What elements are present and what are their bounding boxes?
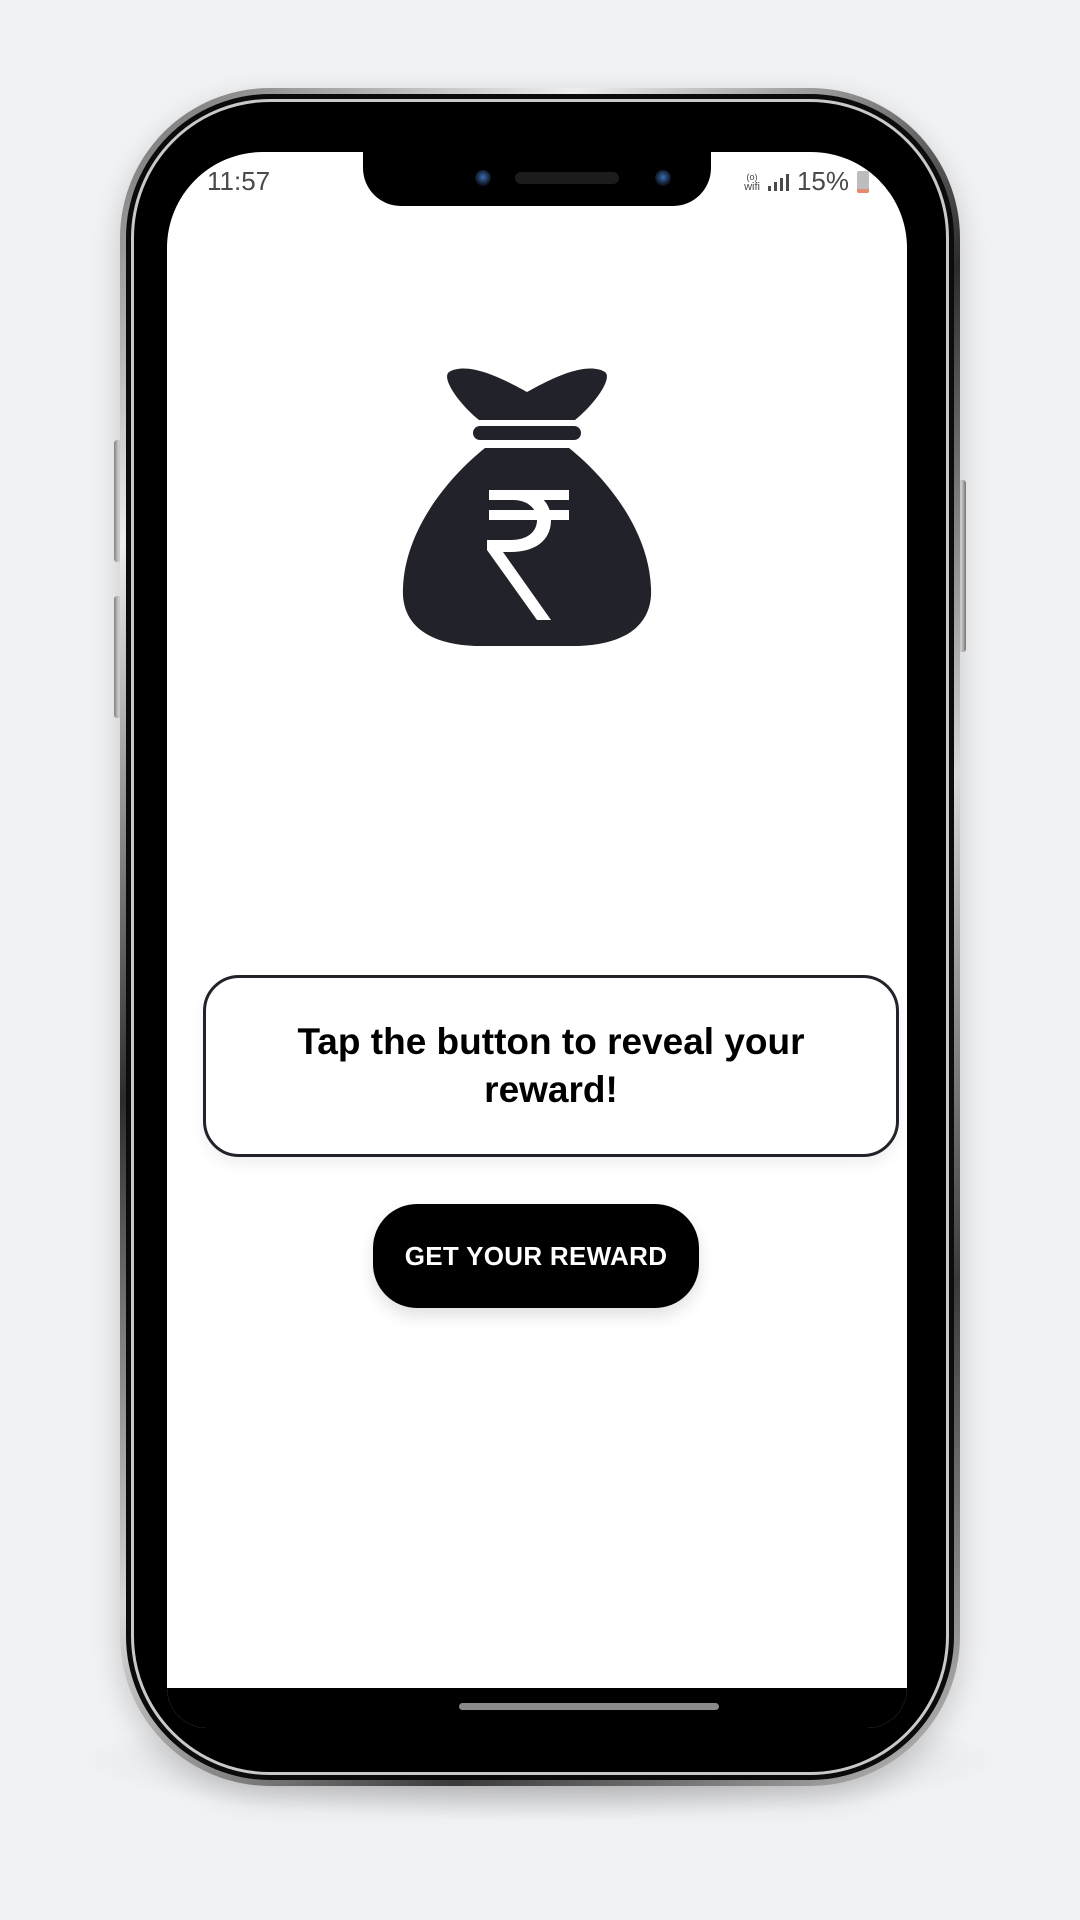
battery-icon (857, 170, 869, 193)
wifi-icon: (o) wifi (744, 171, 760, 193)
notch (363, 152, 711, 206)
money-bag-rupee-icon (402, 368, 652, 646)
earpiece-speaker (515, 172, 619, 184)
reward-message: Tap the button to reveal your reward! (297, 1021, 805, 1110)
home-indicator[interactable] (459, 1703, 719, 1710)
phone-frame: 11:57 (o) wifi 15% Tap the button to rev… (120, 88, 960, 1786)
wifi-label: wifi (744, 180, 760, 193)
sensor-icon (655, 170, 671, 186)
battery-percent: 15% (796, 166, 849, 196)
status-time: 11:57 (207, 166, 271, 196)
phone-inner-bezel: 11:57 (o) wifi 15% Tap the button to rev… (131, 99, 949, 1775)
stage: 11:57 (o) wifi 15% Tap the button to rev… (0, 0, 1080, 1920)
message-card: Tap the button to reveal your reward! (203, 975, 899, 1157)
front-camera-icon (475, 170, 491, 186)
phone-screen: 11:57 (o) wifi 15% Tap the button to rev… (167, 152, 907, 1728)
status-icons: (o) wifi 15% (744, 166, 869, 197)
phone-bezel: 11:57 (o) wifi 15% Tap the button to rev… (126, 94, 954, 1780)
get-reward-button[interactable]: GET YOUR REWARD (373, 1204, 699, 1308)
signal-icon (767, 173, 789, 191)
